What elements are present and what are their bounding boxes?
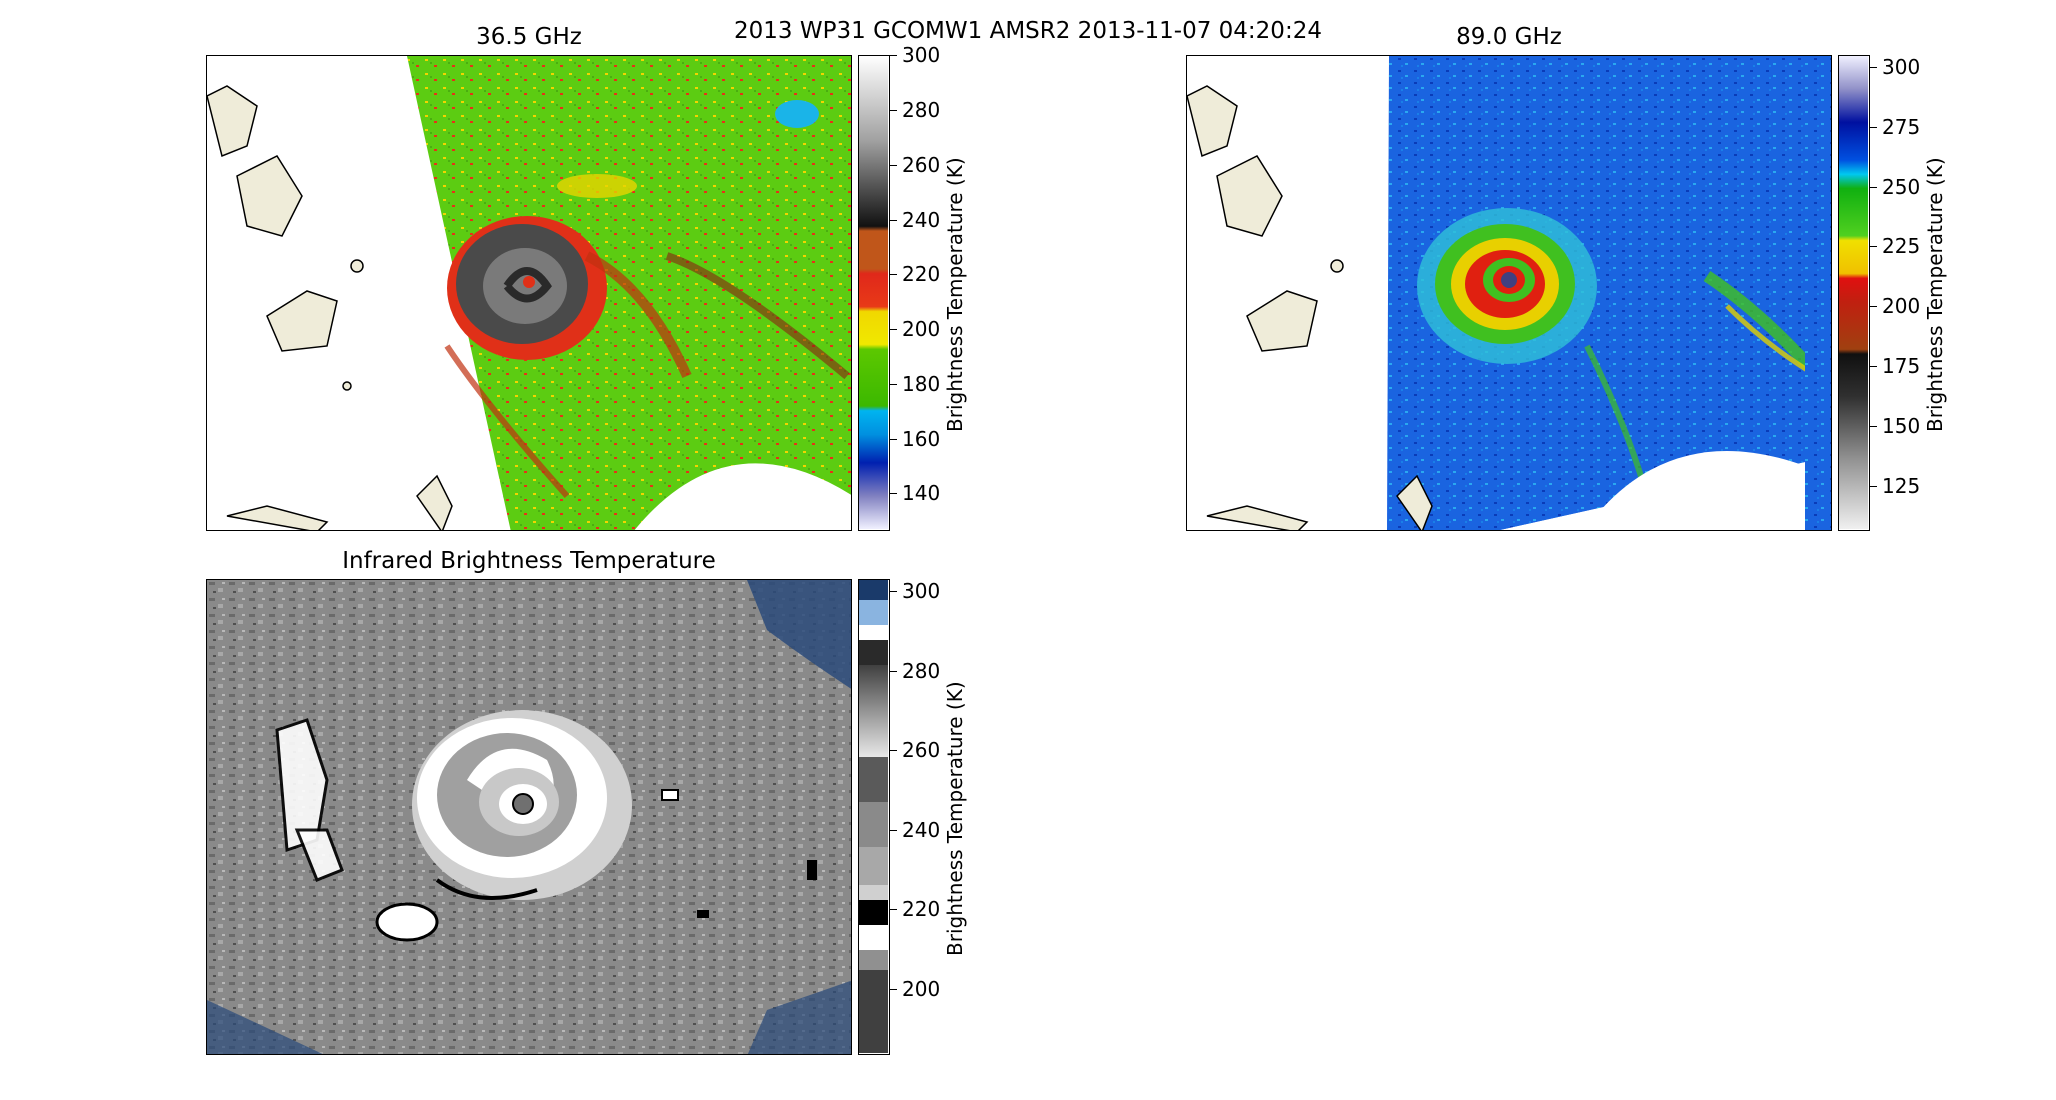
cbir-tick: 300 xyxy=(889,579,941,603)
cbir-tick: 260 xyxy=(889,738,941,762)
cb36-tick: 240 xyxy=(889,208,941,232)
panel-36ghz-title: 36.5 GHz xyxy=(476,24,582,50)
cb89-tick: 200 xyxy=(1869,294,1921,318)
cb36-tick: 160 xyxy=(889,427,941,451)
cbir-tick: 240 xyxy=(889,818,941,842)
panel-ir-colorbar xyxy=(858,579,890,1055)
cb36-tick: 280 xyxy=(889,98,941,122)
panel-36ghz-map xyxy=(206,55,852,531)
cb36-label: Brightness Temperature (K) xyxy=(943,157,967,432)
cb36-tick: 180 xyxy=(889,372,941,396)
cb36-tick: 200 xyxy=(889,317,941,341)
cbir-tick: 200 xyxy=(889,977,941,1001)
panel-36ghz-colorbar xyxy=(858,55,890,531)
cb36-tick: 260 xyxy=(889,153,941,177)
panel-89ghz-map xyxy=(1186,55,1832,531)
cb89-tick: 175 xyxy=(1869,354,1921,378)
cb89-tick: 125 xyxy=(1869,474,1921,498)
cb89-tick: 225 xyxy=(1869,234,1921,258)
cb89-tick: 150 xyxy=(1869,414,1921,438)
cbir-tick: 280 xyxy=(889,659,941,683)
cb89-tick: 275 xyxy=(1869,115,1921,139)
cb36-tick: 140 xyxy=(889,481,941,505)
cb89-tick: 300 xyxy=(1869,55,1921,79)
panel-89ghz-colorbar xyxy=(1838,55,1870,531)
cbir-tick: 220 xyxy=(889,897,941,921)
cb89-label: Brightness Temperature (K) xyxy=(1923,157,1947,432)
cb89-tick: 250 xyxy=(1869,175,1921,199)
panel-ir-map xyxy=(206,579,852,1055)
cbir-label: Brightness Temperature (K) xyxy=(943,681,967,956)
panel-ir-title: Infrared Brightness Temperature xyxy=(342,548,716,574)
panel-89ghz-title: 89.0 GHz xyxy=(1456,24,1562,50)
cb36-tick: 300 xyxy=(889,43,941,67)
cb36-tick: 220 xyxy=(889,262,941,286)
